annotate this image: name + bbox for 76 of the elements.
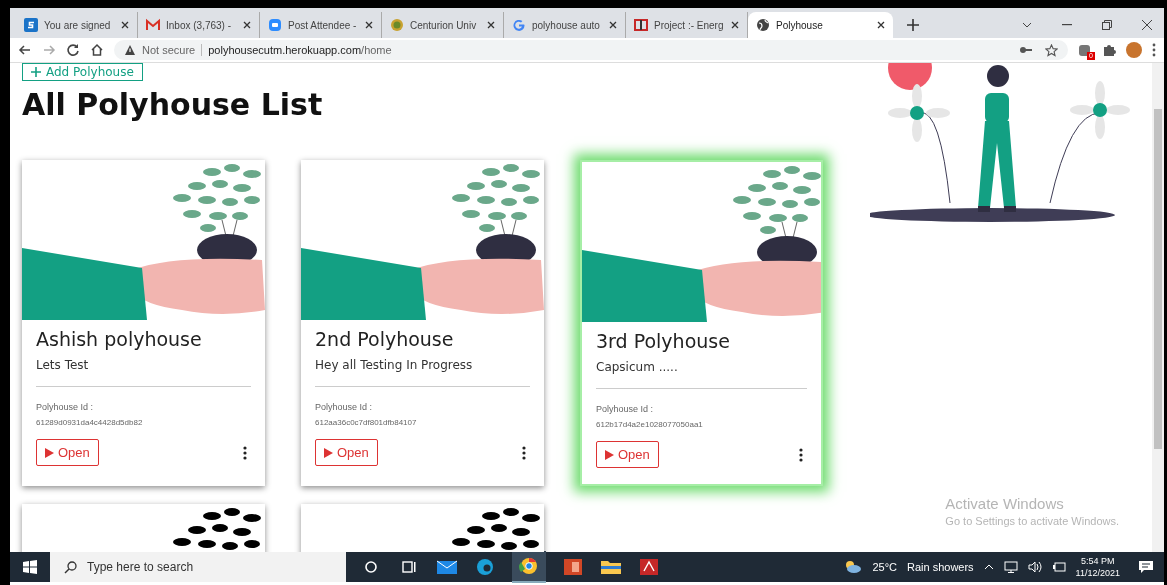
taskbar-search-field[interactable]: Type here to search bbox=[50, 552, 346, 582]
chevron-up-icon[interactable] bbox=[983, 564, 994, 570]
key-icon[interactable] bbox=[1019, 45, 1033, 55]
close-icon[interactable] bbox=[731, 21, 739, 29]
warning-icon bbox=[124, 44, 136, 56]
temperature: 25°C bbox=[872, 561, 897, 573]
favicon-icon bbox=[268, 18, 282, 32]
page-heading: All Polyhouse List bbox=[22, 87, 324, 122]
url-text: polyhousecutm.herokuapp.com/home bbox=[208, 44, 392, 56]
home-icon[interactable] bbox=[90, 43, 104, 57]
pdf-reader-icon[interactable] bbox=[638, 558, 660, 576]
close-icon[interactable] bbox=[365, 21, 373, 29]
activation-title: Activate Windows bbox=[945, 495, 1065, 512]
card-description: Hey all Testing In Progress bbox=[315, 358, 474, 372]
close-icon[interactable] bbox=[121, 21, 129, 29]
more-icon[interactable] bbox=[243, 445, 247, 460]
polyhouse-id: 612aa36c0c7df801dfb84107 bbox=[315, 418, 418, 427]
id-label: Polyhouse Id : bbox=[315, 402, 374, 412]
search-icon bbox=[64, 560, 77, 574]
reload-icon[interactable] bbox=[66, 43, 80, 57]
chrome-icon[interactable] bbox=[512, 551, 546, 583]
close-icon[interactable] bbox=[243, 21, 251, 29]
back-icon[interactable] bbox=[18, 43, 32, 57]
clock-date[interactable]: 11/12/2021 bbox=[1075, 567, 1120, 579]
menu-icon[interactable] bbox=[1152, 43, 1156, 57]
more-icon[interactable] bbox=[522, 445, 526, 460]
star-icon[interactable] bbox=[1045, 43, 1058, 57]
scrollbar[interactable] bbox=[1152, 63, 1164, 552]
open-button[interactable]: Open bbox=[36, 439, 99, 466]
favicon-icon bbox=[24, 18, 38, 32]
network-icon[interactable] bbox=[1003, 561, 1018, 573]
plus-icon bbox=[31, 67, 41, 77]
folder-icon[interactable] bbox=[600, 558, 622, 576]
notification-icon[interactable] bbox=[1138, 560, 1154, 574]
restore-icon[interactable] bbox=[1102, 20, 1112, 30]
security-label: Not secure bbox=[142, 44, 196, 56]
card-title: 2nd Polyhouse bbox=[315, 328, 455, 350]
close-window-icon[interactable] bbox=[1142, 20, 1152, 30]
close-icon[interactable] bbox=[487, 21, 495, 29]
id-label: Polyhouse Id : bbox=[36, 402, 95, 412]
mail-icon[interactable] bbox=[436, 558, 458, 576]
battery-icon[interactable] bbox=[1051, 561, 1066, 573]
open-button[interactable]: Open bbox=[315, 439, 378, 466]
close-icon[interactable] bbox=[609, 21, 617, 29]
favicon-icon bbox=[390, 18, 404, 32]
windows-start-icon[interactable] bbox=[23, 560, 37, 574]
edge-icon[interactable] bbox=[474, 558, 496, 576]
weather-text: Rain showers bbox=[906, 561, 974, 573]
favicon-icon bbox=[634, 18, 648, 32]
clock-time[interactable]: 5:54 PM bbox=[1075, 555, 1120, 567]
volume-icon[interactable] bbox=[1027, 561, 1042, 573]
profile-avatar[interactable] bbox=[1126, 42, 1142, 58]
card-description: Lets Test bbox=[36, 358, 90, 372]
polyhouse-id: 612b17d4a2e1028077050aa1 bbox=[596, 420, 704, 429]
activation-hint: Go to Settings to activate Windows. bbox=[945, 515, 1119, 527]
card-title: Ashish polyhouse bbox=[36, 328, 203, 350]
browser-tab[interactable]: Polyhouse bbox=[748, 12, 893, 38]
card-description: Capsicum ..... bbox=[596, 360, 679, 374]
close-icon[interactable] bbox=[877, 21, 885, 29]
favicon-icon bbox=[512, 18, 526, 32]
id-label: Polyhouse Id : bbox=[596, 404, 655, 414]
card-title: 3rd Polyhouse bbox=[596, 330, 731, 352]
address-bar[interactable]: Not secure polyhousecutm.herokuapp.com/home bbox=[114, 40, 1068, 60]
powerpoint-icon[interactable] bbox=[562, 558, 584, 576]
favicon-icon bbox=[146, 18, 160, 32]
open-button[interactable]: Open bbox=[596, 441, 659, 468]
polyhouse-id: 61289d0931da4c4428d5db82 bbox=[36, 418, 144, 427]
minimize-icon[interactable] bbox=[1062, 24, 1072, 26]
favicon-icon bbox=[756, 18, 770, 32]
tab-search-icon[interactable] bbox=[1022, 22, 1032, 28]
play-icon bbox=[605, 449, 614, 460]
more-icon[interactable] bbox=[799, 447, 803, 462]
play-icon bbox=[324, 447, 333, 458]
new-tab-icon[interactable] bbox=[907, 19, 919, 31]
puzzle-icon[interactable] bbox=[1102, 43, 1116, 57]
play-icon bbox=[45, 447, 54, 458]
